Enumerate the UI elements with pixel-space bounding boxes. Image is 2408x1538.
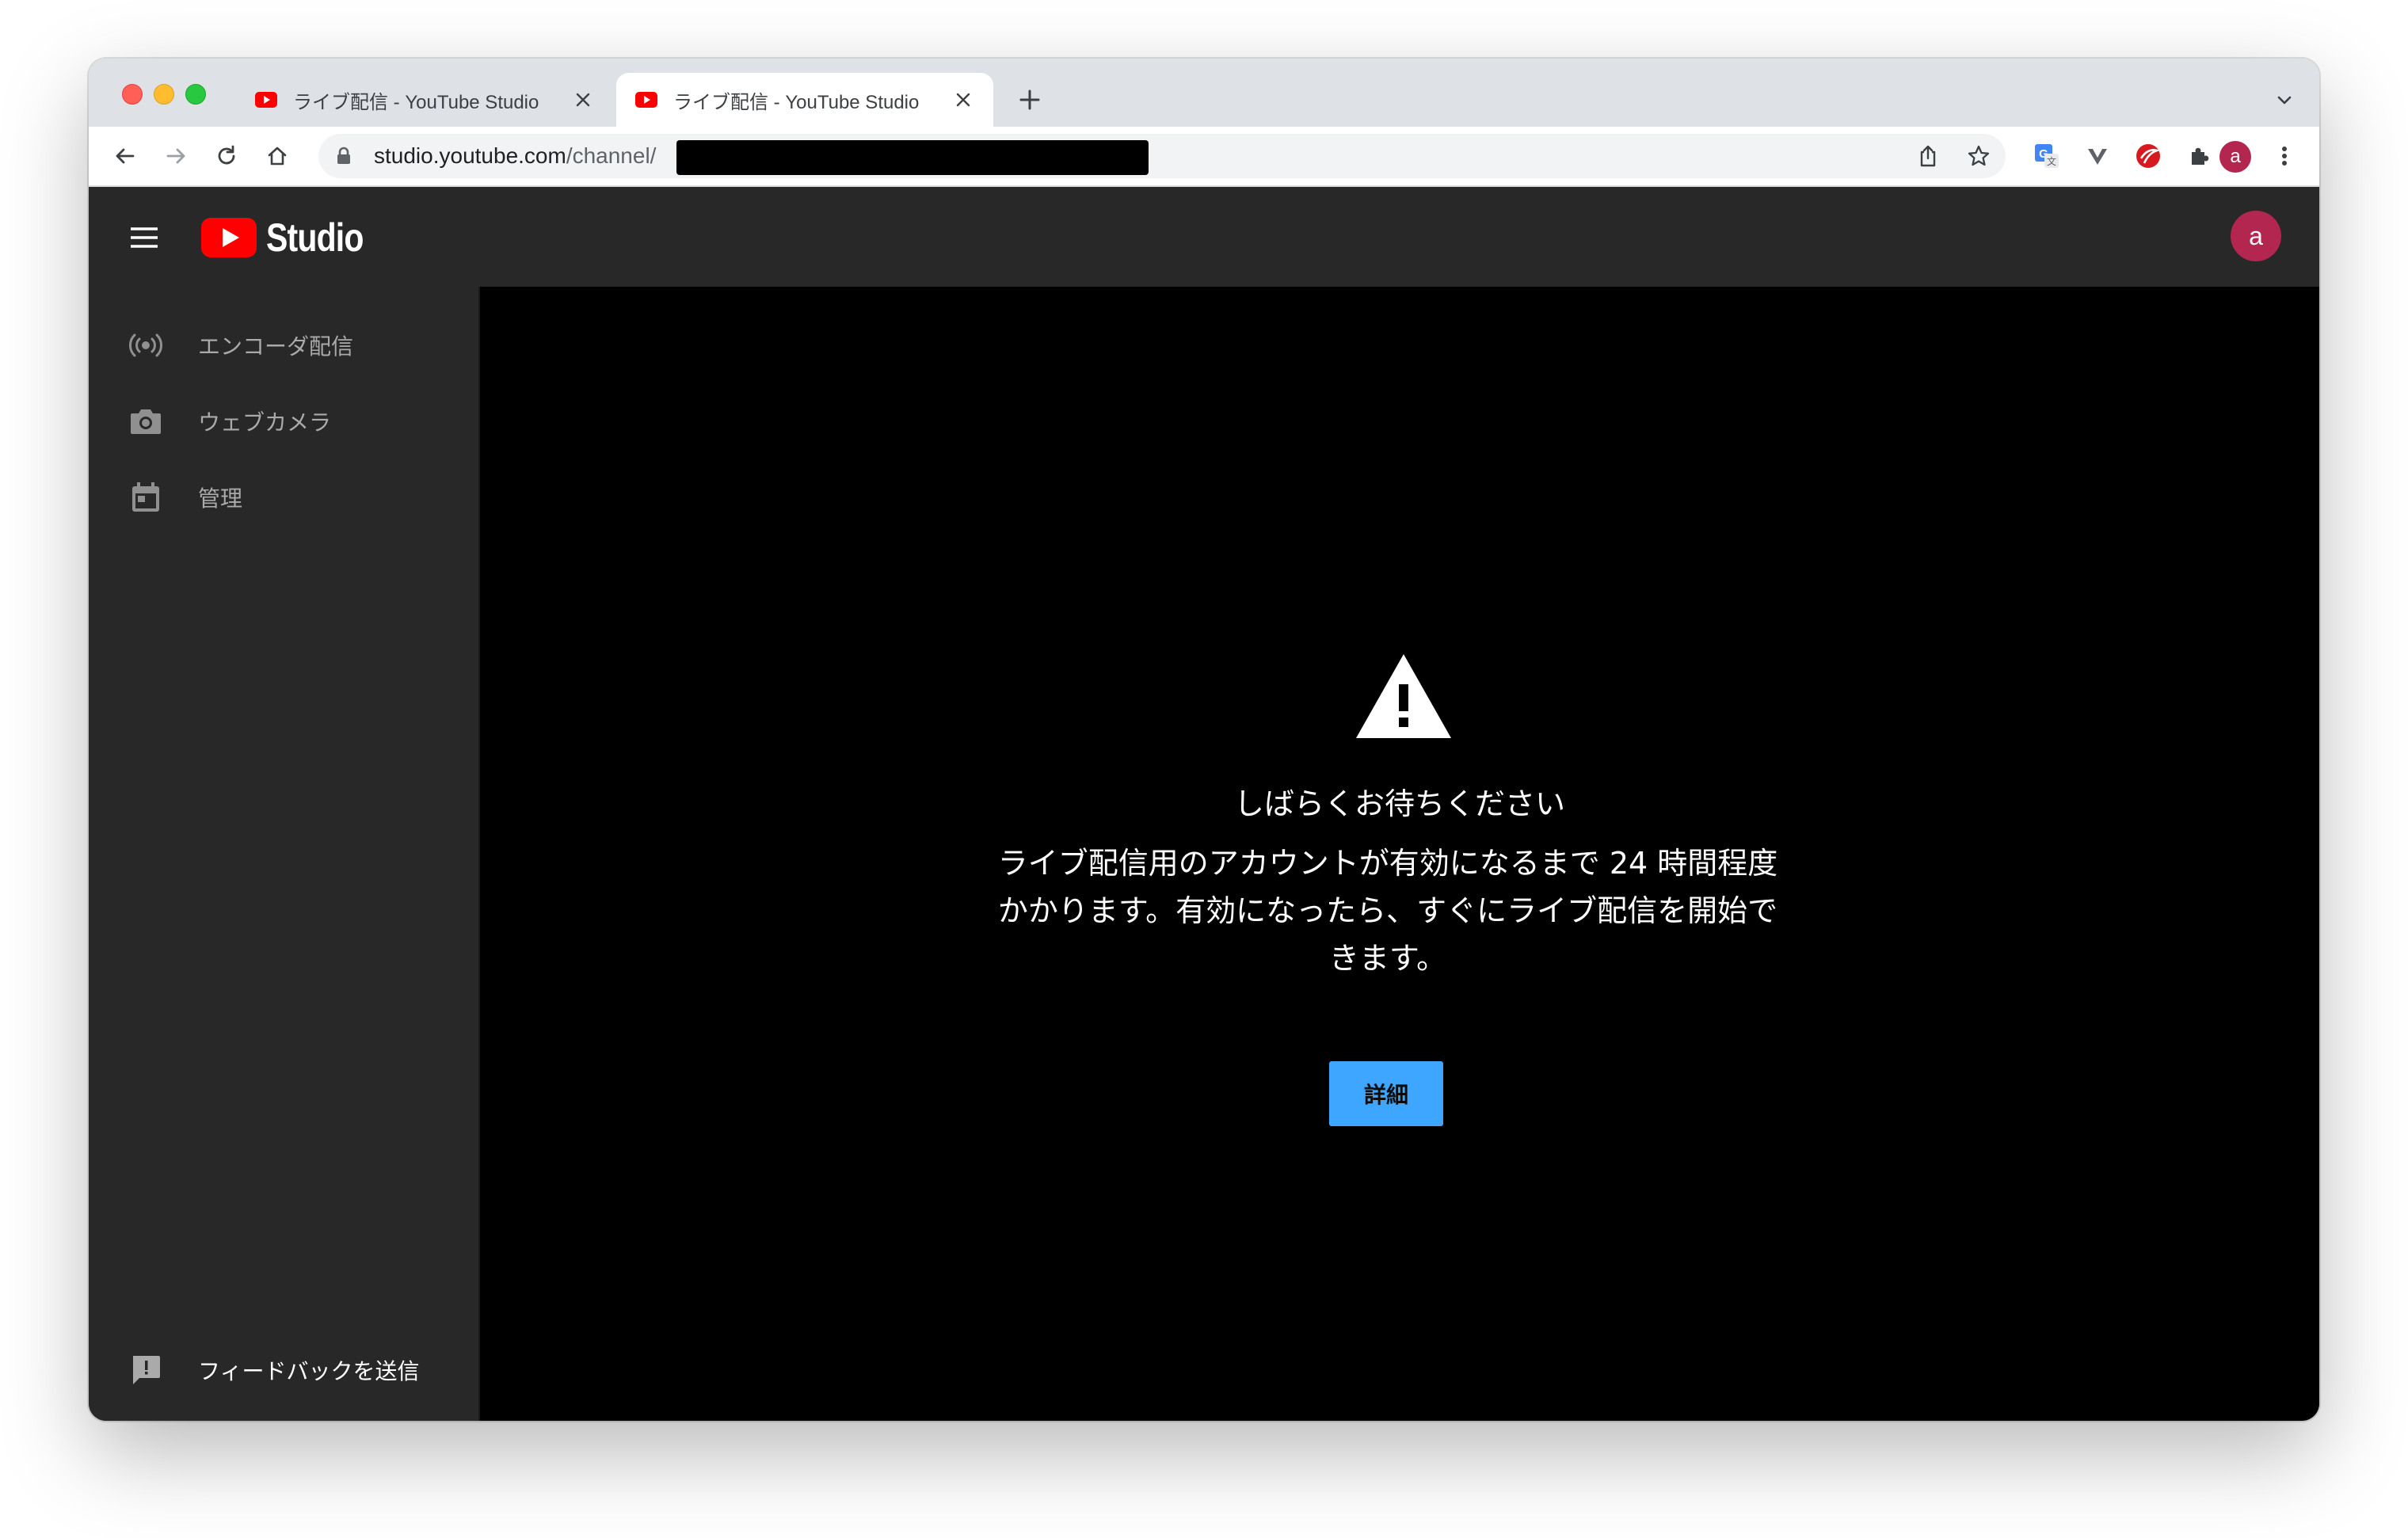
tab-inactive[interactable]: ライブ配信 - YouTube Studio — [236, 73, 613, 127]
vimium-extension-button[interactable] — [2080, 139, 2115, 173]
youtube-favicon-icon — [255, 92, 277, 108]
browser-window: ライブ配信 - YouTube Studio ライブ配信 - YouTube S… — [89, 59, 2319, 1421]
address-bar[interactable]: studio.youtube.com/channel/ — [318, 134, 2006, 178]
reload-button[interactable] — [209, 139, 244, 173]
details-button[interactable]: 詳細 — [1329, 1061, 1443, 1126]
lock-icon — [337, 147, 350, 164]
new-tab-button[interactable] — [1012, 82, 1047, 117]
redaction-block — [676, 140, 1149, 175]
studio-logo[interactable]: Studio — [201, 215, 385, 260]
menu-button[interactable] — [127, 220, 162, 255]
notice-body-line: ライブ配信用のアカウントが有効になるまで 24 時間程度 — [997, 846, 1778, 881]
sidebar-item-manage[interactable]: 管理 — [89, 459, 478, 535]
notice-body-line: きます。 — [1328, 941, 1447, 976]
bookmark-button[interactable] — [1961, 139, 1996, 173]
home-icon — [268, 147, 287, 166]
studio-app: Studio a エンコーダ配信 ウェブカメラ 管理 フィードバックを送信 しば… — [89, 187, 2319, 1421]
translate-extension-button[interactable]: G 文 — [2029, 139, 2064, 173]
youtube-favicon-icon — [635, 92, 657, 108]
studio-header: Studio a — [89, 187, 2319, 287]
v-extension-icon — [2088, 149, 2107, 165]
sidebar: エンコーダ配信 ウェブカメラ 管理 フィードバックを送信 — [89, 287, 478, 1421]
tab-active[interactable]: ライブ配信 - YouTube Studio — [616, 73, 993, 127]
kebab-menu-icon — [2282, 147, 2287, 166]
sidebar-item-label: 管理 — [198, 486, 243, 511]
send-feedback-button[interactable]: フィードバックを送信 — [89, 1332, 478, 1408]
notice-body-line: かかります。有効になったら、すぐにライブ配信を開始で — [997, 893, 1778, 928]
warning-icon — [1356, 654, 1451, 738]
sidebar-item-encoder[interactable]: エンコーダ配信 — [89, 307, 478, 383]
sidebar-item-label: フィードバックを送信 — [198, 1359, 420, 1384]
tab-search-button[interactable] — [2269, 84, 2300, 116]
minimize-window-button[interactable] — [154, 84, 174, 105]
close-window-button[interactable] — [122, 84, 143, 105]
reload-icon — [218, 145, 235, 165]
youtube-logo-icon — [201, 218, 257, 257]
home-button[interactable] — [260, 139, 295, 173]
google-translate-icon: G 文 — [2035, 144, 2059, 168]
puzzle-icon — [2192, 147, 2209, 165]
svg-text:文: 文 — [2047, 155, 2056, 167]
share-button[interactable] — [1911, 139, 1945, 173]
sidebar-item-label: エンコーダ配信 — [198, 334, 354, 359]
logo-text: Studio — [266, 215, 364, 260]
sidebar-item-label: ウェブカメラ — [198, 410, 332, 435]
tab-close-icon[interactable] — [572, 89, 594, 111]
feedback-icon — [127, 1351, 165, 1389]
camera-icon — [127, 402, 165, 440]
tab-title: ライブ配信 - YouTube Studio — [673, 91, 920, 113]
zoom-window-button[interactable] — [185, 84, 206, 105]
url-text: studio.youtube.com/channel/ — [374, 134, 656, 178]
star-icon — [1968, 145, 1990, 166]
tab-title: ライブ配信 - YouTube Studio — [293, 91, 539, 113]
plus-icon — [1019, 89, 1040, 110]
tab-close-icon[interactable] — [952, 89, 974, 111]
forward-button[interactable] — [158, 139, 193, 173]
browser-profile-avatar[interactable]: a — [2219, 141, 2251, 173]
sidebar-item-webcam[interactable]: ウェブカメラ — [89, 383, 478, 459]
extensions-button[interactable] — [2181, 139, 2216, 173]
browser-menu-button[interactable] — [2267, 139, 2302, 173]
back-button[interactable] — [108, 139, 143, 173]
trend-micro-icon — [2136, 144, 2161, 168]
arrow-left-icon — [116, 148, 135, 164]
tab-strip: ライブ配信 - YouTube Studio ライブ配信 - YouTube S… — [89, 59, 2319, 127]
arrow-right-icon — [166, 148, 185, 164]
url-path: /channel/ — [566, 143, 657, 168]
browser-toolbar: studio.youtube.com/channel/ G 文 a — [89, 127, 2319, 187]
share-icon — [1920, 145, 1936, 167]
security-extension-button[interactable] — [2131, 139, 2166, 173]
account-avatar[interactable]: a — [2231, 211, 2281, 261]
chevron-down-icon — [2277, 96, 2292, 105]
notice-body: ライブ配信用のアカウントが有効になるまで 24 時間程度 かかります。有効になっ… — [960, 839, 1816, 982]
url-host: studio.youtube.com — [374, 143, 566, 168]
broadcast-icon — [127, 326, 165, 364]
main-content: しばらくお待ちください ライブ配信用のアカウントが有効になるまで 24 時間程度… — [478, 287, 2319, 1421]
waiting-notice: しばらくお待ちください ライブ配信用のアカウントが有効になるまで 24 時間程度… — [480, 287, 2319, 1421]
calendar-icon — [127, 478, 165, 516]
hamburger-icon — [131, 227, 158, 248]
notice-title: しばらくお待ちください — [1233, 786, 1565, 821]
